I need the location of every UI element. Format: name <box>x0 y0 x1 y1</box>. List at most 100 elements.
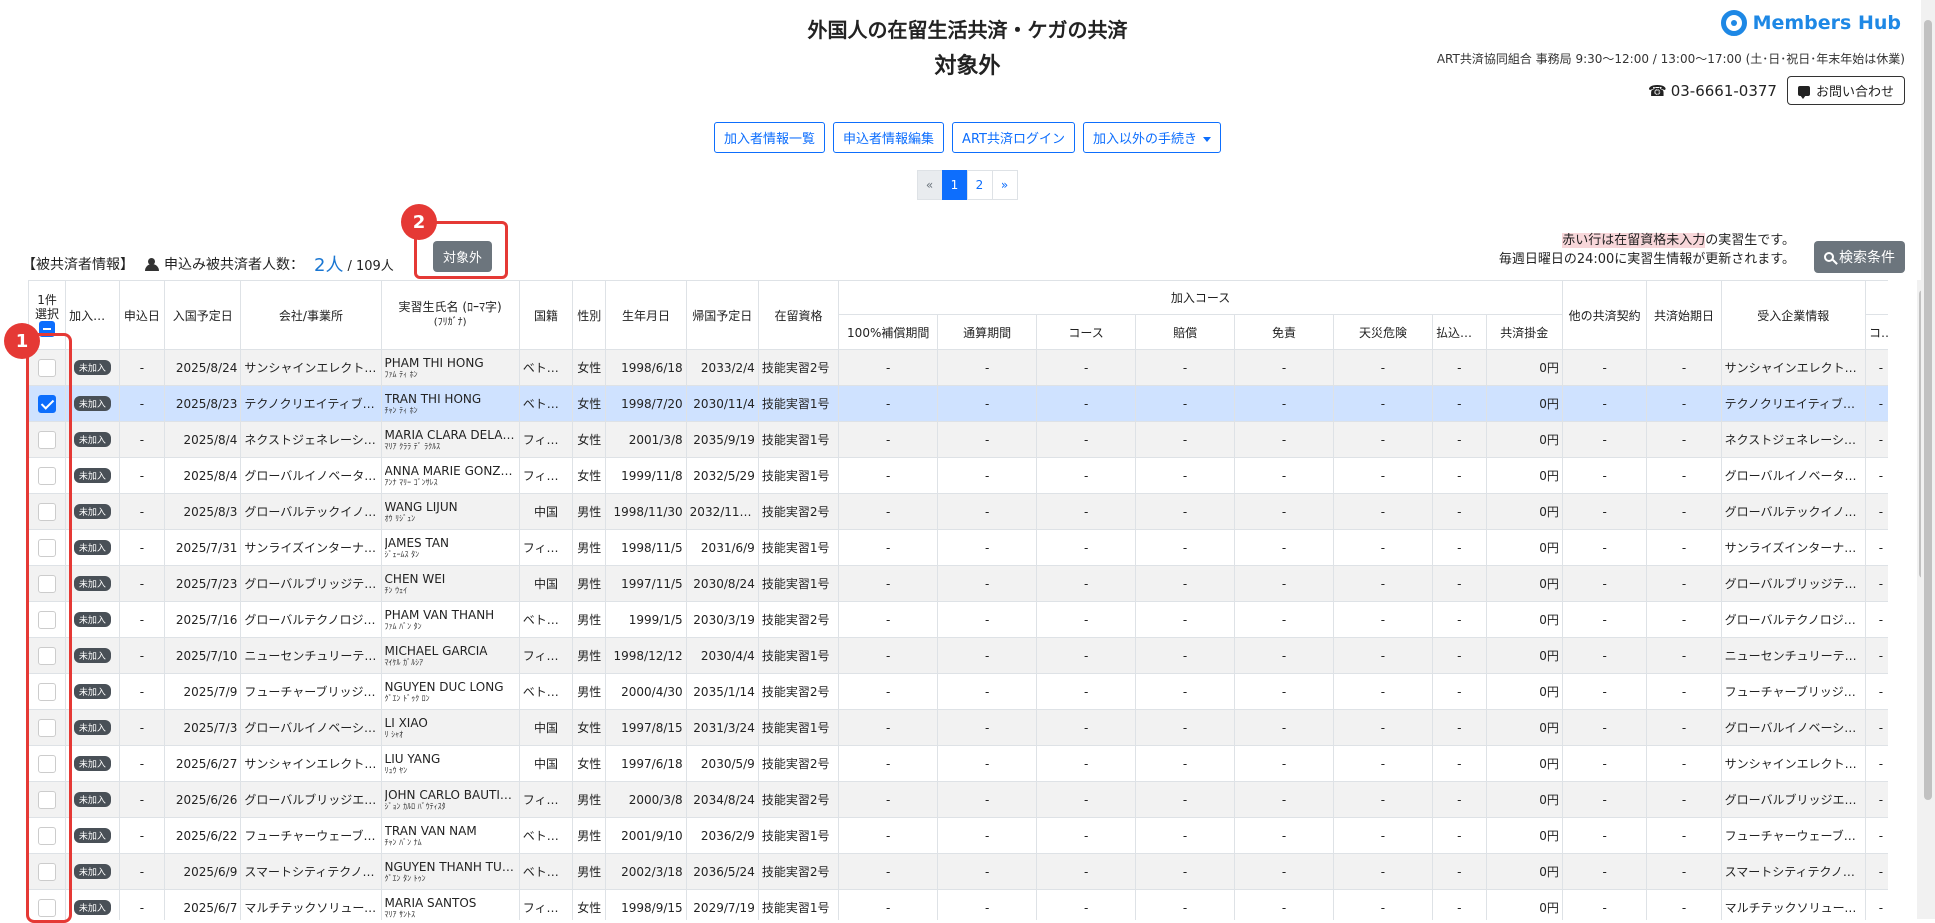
table-row[interactable]: 未加入-2025/6/27サンシャインエレクトロニクスLIU YANGﾘｭｳ ﾔ… <box>28 745 1888 782</box>
col-nationality: 国籍 <box>518 280 574 350</box>
status-badge: 未加入 <box>73 504 111 519</box>
cell-liability: - <box>1135 457 1236 494</box>
pager-page-2[interactable]: 2 <box>966 170 993 200</box>
cell-employer: グローバルテクノロジーパートナーズ <box>1720 601 1866 638</box>
cell-payment: - <box>1431 853 1487 890</box>
cell-injury-course: - <box>1864 745 1888 782</box>
cell-nationality: フィリピン <box>518 421 574 458</box>
table-cell: NGUYEN THANH TUAN ｸﾞｴﾝ ﾀﾝ ﾄｩﾝ <box>380 853 520 890</box>
pager-prev[interactable]: « <box>916 170 943 200</box>
cell-name-roman: LIU YANG <box>384 752 441 766</box>
cell-nationality: 中国 <box>518 709 574 746</box>
cell-name-roman: NGUYEN THANH TUAN <box>384 860 516 874</box>
cell-full-comp: - <box>838 349 939 386</box>
table-cell: 未加入 <box>65 349 120 386</box>
status-badge: 未加入 <box>73 720 111 735</box>
cell-course: - <box>1036 385 1137 422</box>
cell-course: - <box>1036 709 1137 746</box>
insured-info: 【被共済者情報】 申込み被共済者人数： 2人 / 109人 <box>22 251 394 277</box>
cell-payment: - <box>1431 421 1487 458</box>
cell-gender: 女性 <box>572 457 607 494</box>
cell-nationality: フィリピン <box>518 889 574 920</box>
cell-entry-date: 2025/7/31 <box>164 529 242 566</box>
table-row[interactable]: 未加入-2025/7/23グローバルブリッジテクノロジーCHEN WEIﾁﾝ ｳ… <box>28 565 1888 602</box>
cell-premium: 0円 <box>1485 457 1563 494</box>
users-icon <box>144 258 160 271</box>
cell-liability: - <box>1135 853 1236 890</box>
table-cell: 未加入 <box>65 817 120 854</box>
cell-disaster: - <box>1333 349 1433 386</box>
cell-payment: - <box>1431 457 1487 494</box>
cell-employer: サンシャインエレクトロニクス <box>1720 745 1866 782</box>
cell-normal: - <box>937 709 1038 746</box>
applicant-edit-button[interactable]: 申込者情報編集 <box>833 122 945 153</box>
members-hub-logo[interactable]: Members Hub <box>1720 10 1901 36</box>
table-row[interactable]: 未加入-2025/7/16グローバルテクノロジーパートナーズPHAM VAN T… <box>28 601 1888 638</box>
cell-visa: 技能実習2号 <box>757 493 840 530</box>
cell-visa: 技能実習1号 <box>757 457 840 494</box>
cell-premium: 0円 <box>1485 529 1563 566</box>
cell-normal: - <box>937 781 1038 818</box>
cell-start-date: - <box>1646 349 1722 386</box>
table-row[interactable]: 未加入-2025/6/7マルチテックソリューションズMARIA SANTOSﾏﾘ… <box>28 889 1888 920</box>
pager-next[interactable]: » <box>991 170 1018 200</box>
cell-normal: - <box>937 529 1038 566</box>
cell-apply-date: - <box>118 601 166 638</box>
col-visa: 在留資格 <box>757 280 840 350</box>
table-row[interactable]: 未加入-2025/6/26グローバルブリッジエンジニアリングJOHN CARLO… <box>28 781 1888 818</box>
cell-course: - <box>1036 529 1137 566</box>
cell-disaster: - <box>1333 817 1433 854</box>
cell-gender: 男性 <box>572 817 607 854</box>
cell-course: - <box>1036 601 1137 638</box>
cell-employer: フューチャーブリッジシステムズ <box>1720 673 1866 710</box>
phone-number[interactable]: ☎ 03-6661-0377 <box>1648 82 1777 100</box>
phone-icon: ☎ <box>1648 81 1667 100</box>
table-row[interactable]: 未加入-2025/8/4グローバルイノベーターズ株式会社ANNA MARIE G… <box>28 457 1888 494</box>
contact-bar: ☎ 03-6661-0377 お問い合わせ <box>1648 76 1905 105</box>
cell-other-contract: - <box>1561 817 1648 854</box>
cell-premium: 0円 <box>1485 817 1563 854</box>
members-list-button[interactable]: 加入者情報一覧 <box>714 122 826 153</box>
other-procedures-dropdown[interactable]: 加入以外の手続き <box>1082 122 1221 153</box>
cell-normal: - <box>937 601 1038 638</box>
page-title: 外国人の在留生活共済・ケガの共済 <box>807 18 1128 42</box>
table-row[interactable]: 未加入-2025/7/9フューチャーブリッジシステムズNGUYEN DUC LO… <box>28 673 1888 710</box>
cell-name-kana: ｵｳ ﾘｼﾞｭﾝ <box>384 513 416 523</box>
table-row[interactable]: 未加入-2025/7/3グローバルイノベーションズLI XIAOﾘ ｼｬｵ中国女… <box>28 709 1888 746</box>
page-scrollbar-thumb[interactable] <box>1924 20 1932 800</box>
cell-birth: 1999/11/8 <box>605 457 687 494</box>
cell-liability: - <box>1135 889 1236 920</box>
table-row[interactable]: 未加入-2025/6/9スマートシティテクノロジーズNGUYEN THANH T… <box>28 853 1888 890</box>
annotation-badge-1: 1 <box>4 323 40 359</box>
cell-name-roman: ANNA MARIE GONZALES <box>384 464 516 478</box>
cell-premium: 0円 <box>1485 745 1563 782</box>
table-row[interactable]: 未加入-2025/7/10ニューセンチュリーテクノロジーMICHAEL GARC… <box>28 637 1888 674</box>
col-other-contract: 他の共済契約 <box>1561 280 1648 350</box>
cell-company: サンシャインエレクトロニクス <box>240 745 382 782</box>
cell-name-kana: ﾁｬﾝ ﾃｨ ﾎﾝ <box>384 405 418 415</box>
cell-name-kana: ｼﾞｪｰﾑｽ ﾀﾝ <box>384 549 420 559</box>
contact-button[interactable]: お問い合わせ <box>1786 76 1905 105</box>
cell-name-roman: CHEN WEI <box>384 572 446 586</box>
table-cell: 未加入 <box>65 565 120 602</box>
search-conditions-button[interactable]: 検索条件 <box>1814 241 1905 273</box>
cell-full-comp: - <box>838 853 939 890</box>
cell-liability: - <box>1135 493 1236 530</box>
table-row[interactable]: 未加入-2025/8/24サンシャインエレクトロニクスPHAM THI HONG… <box>28 349 1888 386</box>
cell-disaster: - <box>1333 493 1433 530</box>
page-scrollbar[interactable] <box>1921 0 1935 919</box>
cell-entry-date: 2025/6/9 <box>164 853 242 890</box>
table-row[interactable]: 未加入-2025/8/23テクノクリエイティブソリューションズTRAN THI … <box>28 385 1888 422</box>
table-row[interactable]: 未加入-2025/8/4ネクストジェネレーションテックMARIA CLARA D… <box>28 421 1888 458</box>
cell-apply-date: - <box>118 673 166 710</box>
table-row[interactable]: 未加入-2025/7/31サンライズインターナショナルJAMES TANｼﾞｪｰ… <box>28 529 1888 566</box>
pager-page-1[interactable]: 1 <box>941 170 968 200</box>
table-row[interactable]: 未加入-2025/8/3グローバルテックイノベーションWANG LIJUNｵｳ … <box>28 493 1888 530</box>
table-row[interactable]: 未加入-2025/6/22フューチャーウェーブエンジニアリングTRAN VAN … <box>28 817 1888 854</box>
cell-birth: 1997/11/5 <box>605 565 687 602</box>
cell-normal: - <box>937 817 1038 854</box>
cell-entry-date: 2025/7/9 <box>164 673 242 710</box>
art-login-button[interactable]: ART共済ログイン <box>952 122 1075 153</box>
cell-start-date: - <box>1646 493 1722 530</box>
cell-payment: - <box>1431 673 1487 710</box>
